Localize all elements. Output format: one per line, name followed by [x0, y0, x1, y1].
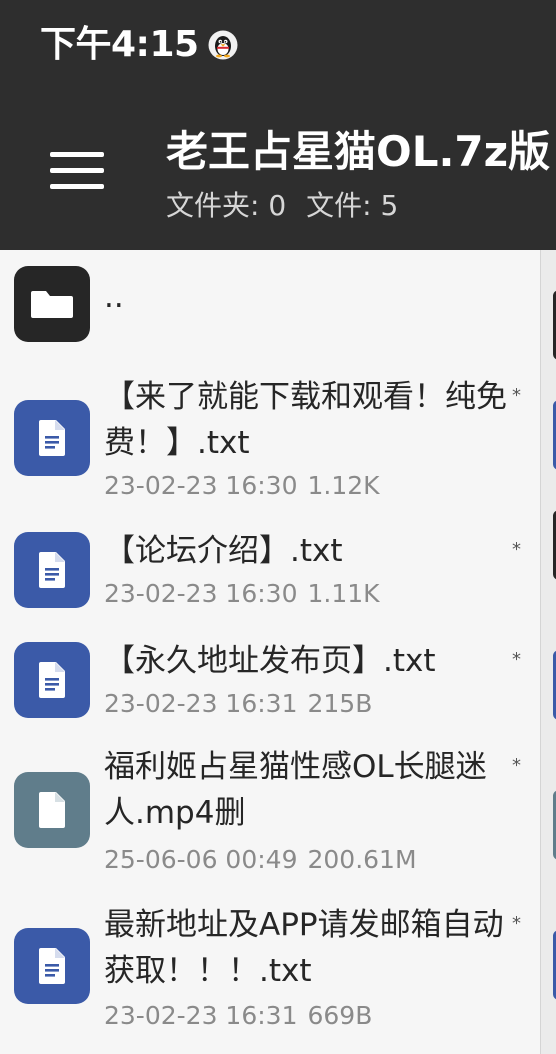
file-count: 文件: 5	[306, 189, 399, 222]
file-date: 23-02-23 16:30	[104, 579, 298, 608]
file-list: .. 【来了就能下载和观看！纯免费！】.txt 23-02-23 16:30 1.…	[0, 250, 540, 1054]
file-flag: *	[512, 649, 521, 670]
file-name: 最新地址及APP请发邮箱自动获取！！！.txt	[104, 907, 504, 989]
file-name: 福利姬占星猫性感OL长腿迷人.mp4删	[104, 749, 487, 831]
file-date: 23-02-23 16:31	[104, 1001, 298, 1030]
file-size: 215B	[307, 689, 373, 718]
list-item[interactable]: 【来了就能下载和观看！纯免费！】.txt 23-02-23 16:30 1.12K…	[0, 368, 540, 508]
qq-penguin-icon	[208, 30, 238, 60]
file-name: 【论坛介绍】.txt	[104, 533, 343, 569]
hamburger-menu-icon[interactable]	[50, 152, 104, 190]
file-date: 23-02-23 16:30	[104, 471, 298, 500]
file-meta: 25-06-06 00:49 200.61M	[104, 844, 417, 876]
file-meta: 23-02-23 16:30 1.11K	[104, 578, 380, 610]
adjacent-panel-edge[interactable]	[540, 250, 556, 1054]
file-date: 23-02-23 16:31	[104, 689, 298, 718]
folder-icon	[14, 266, 90, 342]
file-meta: 23-02-23 16:31 215B	[104, 688, 372, 720]
file-flag: *	[512, 913, 521, 934]
file-date: 25-06-06 00:49	[104, 845, 298, 874]
file-size: 1.12K	[307, 471, 380, 500]
text-file-icon	[14, 532, 90, 608]
file-meta: 23-02-23 16:30 1.12K	[104, 470, 380, 502]
file-size: 1.11K	[307, 579, 380, 608]
file-name: 【来了就能下载和观看！纯免费！】.txt	[104, 379, 507, 461]
list-item[interactable]: 【论坛介绍】.txt 23-02-23 16:30 1.11K *	[0, 522, 540, 620]
list-item[interactable]: 【永久地址发布页】.txt 23-02-23 16:31 215B *	[0, 632, 540, 730]
status-bar: 下午4:15	[0, 0, 556, 92]
file-size: 669B	[307, 1001, 373, 1030]
archive-title: 老王占星猫OL.7z版	[166, 127, 551, 176]
archive-summary: 文件夹: 0 文件: 5	[166, 188, 398, 224]
text-file-icon	[14, 928, 90, 1004]
folder-count: 文件夹: 0	[166, 189, 287, 222]
file-flag: *	[512, 385, 521, 406]
text-file-icon	[14, 400, 90, 476]
list-item[interactable]: 最新地址及APP请发邮箱自动获取！！！.txt 23-02-23 16:31 66…	[0, 898, 540, 1042]
app-toolbar: 老王占星猫OL.7z版 文件夹: 0 文件: 5	[0, 92, 556, 250]
parent-directory-label: ..	[104, 279, 124, 315]
file-flag: *	[512, 755, 521, 776]
file-flag: *	[512, 539, 521, 560]
list-item[interactable]: 福利姬占星猫性感OL长腿迷人.mp4删 25-06-06 00:49 200.61…	[0, 742, 540, 884]
text-file-icon	[14, 642, 90, 718]
file-meta: 23-02-23 16:31 669B	[104, 1000, 372, 1032]
file-size: 200.61M	[307, 845, 417, 874]
parent-directory-row[interactable]: ..	[0, 250, 540, 358]
file-icon	[14, 772, 90, 848]
status-time: 下午4:15	[40, 24, 199, 65]
file-name: 【永久地址发布页】.txt	[104, 643, 436, 679]
